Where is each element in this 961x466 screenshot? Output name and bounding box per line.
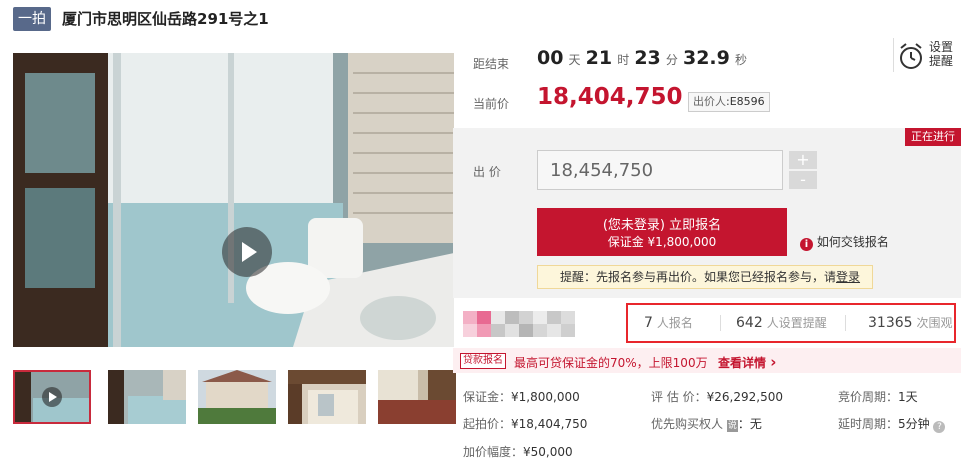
register-button-line1: (您未登录) 立即报名	[602, 218, 722, 233]
countdown-seconds-unit: 秒	[734, 53, 747, 67]
page-title: 厦门市思明区仙岳路291号之1	[62, 10, 269, 28]
help-icon[interactable]: ?	[933, 421, 946, 433]
reminder-label-line2: 提醒	[929, 54, 954, 68]
bid-label: 出 价	[473, 165, 501, 179]
bathroom-photo	[13, 53, 454, 347]
auction-round-tag: 一拍	[13, 7, 51, 31]
info-appraisal: 评 估 价：¥26,292,500	[651, 388, 783, 405]
register-button[interactable]: (您未登录) 立即报名 保证金 ¥1,800,000	[537, 208, 787, 256]
stats-box: 7 人报名 642 人设置提醒 31365 次围观	[626, 303, 956, 343]
current-price-label: 当前价	[473, 97, 510, 111]
info-start-price-label: 起拍价：	[463, 417, 512, 431]
stat-registered: 7 人报名	[644, 305, 693, 341]
info-increment-value: ¥50,000	[523, 445, 573, 459]
stat-views-label: 次围观	[916, 316, 953, 330]
thumbnail-3[interactable]	[198, 370, 276, 424]
register-button-line2: 保证金 ¥1,800,000	[607, 235, 717, 249]
countdown-timer: 00 天 21 时 23 分 32.9 秒	[537, 47, 747, 69]
stats-divider-1	[720, 315, 721, 331]
stats-divider-2	[845, 315, 846, 331]
info-icon: i	[800, 238, 813, 251]
countdown-seconds: 32.9	[682, 47, 730, 69]
countdown-hours-unit: 时	[617, 53, 630, 67]
stat-reminders: 642 人设置提醒	[736, 305, 827, 341]
stat-registered-label: 人报名	[656, 316, 693, 330]
info-start-price: 起拍价：¥18,404,750	[463, 415, 587, 432]
info-start-price-value: ¥18,404,750	[511, 417, 588, 431]
loan-details-label: 查看详情	[718, 356, 767, 370]
bidder-badge: 出价人:E8596	[688, 92, 770, 112]
info-priority-label: 优先购买权人	[651, 417, 724, 431]
help-link[interactable]: i 如何交钱报名	[800, 233, 889, 251]
login-link[interactable]: 登录	[836, 270, 860, 284]
stat-reminders-label: 人设置提醒	[766, 316, 827, 330]
priority-help-badge[interactable]: 说	[726, 420, 738, 432]
info-deposit: 保证金：¥1,800,000	[463, 388, 580, 405]
decrease-bid-button[interactable]: -	[789, 171, 817, 189]
current-price-value: 18,404,750	[537, 84, 683, 110]
thumbnail-1[interactable]	[13, 370, 91, 424]
bidder-code: :E8596	[726, 95, 765, 108]
loan-tag: 贷款报名	[460, 353, 506, 369]
increase-bid-button[interactable]: +	[789, 151, 817, 169]
reminder-divider	[893, 38, 894, 72]
notice-text: 提醒：先报名参与再出价。如果您已经报名参与，请	[560, 270, 837, 284]
loan-text: 最高可贷保证金的70%，上限100万	[514, 356, 708, 370]
countdown-minutes: 23	[634, 47, 661, 69]
stat-views: 31365 次围观	[868, 305, 953, 341]
stat-views-count: 31365	[868, 315, 913, 331]
help-link-text: 如何交钱报名	[816, 235, 889, 249]
thumbnail-5[interactable]	[378, 370, 456, 424]
chevron-right-icon: ›	[770, 353, 777, 371]
countdown-label: 距结束	[473, 57, 510, 71]
alarm-clock-icon	[900, 43, 922, 69]
info-appraisal-value: ¥26,292,500	[706, 390, 783, 404]
info-cycle-value: 1天	[898, 390, 918, 404]
play-icon[interactable]	[222, 227, 272, 277]
bidder-label: 出价人	[693, 95, 726, 108]
stat-registered-count: 7	[644, 315, 653, 331]
status-badge: 正在进行	[905, 128, 961, 146]
reminder-label-line1: 设置	[929, 40, 954, 54]
info-cycle: 竞价周期：1天	[838, 388, 918, 405]
info-increment-label: 加价幅度：	[463, 445, 524, 459]
bid-amount-input[interactable]: 18,454,750	[537, 150, 783, 190]
info-delay: 延时周期：5分钟 ?	[838, 415, 946, 433]
current-price: 18,404,750 元	[537, 84, 700, 110]
info-priority-value: ：无	[737, 417, 762, 431]
bidder-avatars	[463, 311, 585, 337]
countdown-minutes-unit: 分	[665, 53, 678, 67]
info-deposit-value: ¥1,800,000	[511, 390, 580, 404]
info-priority: 优先购买权人 说：无	[651, 415, 762, 432]
info-cycle-label: 竞价周期：	[838, 390, 899, 404]
countdown-days-unit: 天	[568, 53, 581, 67]
info-delay-value: 5分钟	[898, 417, 930, 431]
thumbnail-4[interactable]	[288, 370, 366, 424]
login-notice: 提醒：先报名参与再出价。如果您已经报名参与，请登录	[537, 265, 873, 289]
thumbnail-2[interactable]	[108, 370, 186, 424]
info-increment: 加价幅度：¥50,000	[463, 443, 573, 460]
info-delay-label: 延时周期：	[838, 417, 899, 431]
stat-reminders-count: 642	[736, 315, 763, 331]
info-appraisal-label: 评 估 价：	[651, 390, 707, 404]
main-photo[interactable]	[13, 53, 454, 347]
info-deposit-label: 保证金：	[463, 390, 512, 404]
loan-details-link[interactable]: 查看详情 ›	[718, 353, 776, 371]
countdown-days: 00	[537, 47, 564, 69]
countdown-hours: 21	[585, 47, 613, 69]
